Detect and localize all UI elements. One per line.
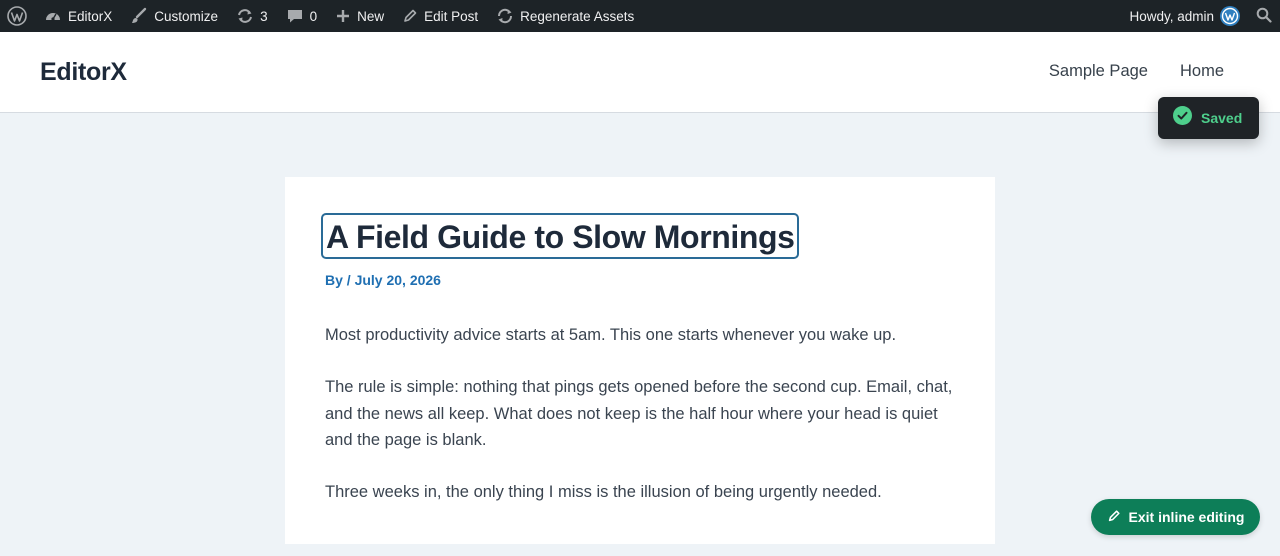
updates-count: 3: [260, 8, 268, 24]
post-content[interactable]: Most productivity advice starts at 5am. …: [325, 322, 960, 531]
updates-link[interactable]: 3: [227, 0, 277, 32]
post-card: A Field Guide to Slow Mornings By / July…: [285, 177, 995, 544]
site-header: EditorX Sample Page Home: [0, 32, 1280, 113]
new-label: New: [357, 8, 385, 24]
dashboard-icon: [44, 7, 62, 25]
comments-link[interactable]: 0: [277, 0, 327, 32]
customize-link[interactable]: Customize: [121, 0, 227, 32]
edit-post-label: Edit Post: [424, 8, 479, 24]
primary-nav: Sample Page Home: [1049, 62, 1224, 81]
site-name-menu[interactable]: EditorX: [35, 0, 121, 32]
toast-message: Saved: [1201, 110, 1243, 126]
exit-inline-editing-button[interactable]: Exit inline editing: [1091, 499, 1260, 535]
plus-icon: [335, 8, 351, 24]
site-title[interactable]: EditorX: [40, 58, 127, 87]
nav-item-home[interactable]: Home: [1180, 62, 1224, 81]
nav-item-sample-page[interactable]: Sample Page: [1049, 62, 1148, 81]
edit-post-link[interactable]: Edit Post: [393, 0, 487, 32]
pencil-icon: [1107, 509, 1121, 526]
regenerate-label: Regenerate Assets: [520, 8, 635, 24]
post-title-editable[interactable]: A Field Guide to Slow Mornings: [321, 213, 799, 259]
regenerate-assets-link[interactable]: Regenerate Assets: [487, 0, 643, 32]
post-paragraph[interactable]: Most productivity advice starts at 5am. …: [325, 322, 960, 349]
refresh-icon: [496, 7, 514, 25]
new-content-menu[interactable]: New: [326, 0, 393, 32]
pencil-icon: [402, 8, 418, 24]
admin-search-button[interactable]: [1248, 0, 1280, 32]
brush-icon: [130, 7, 148, 25]
post-title[interactable]: A Field Guide to Slow Mornings: [326, 217, 795, 257]
saved-toast: Saved: [1158, 97, 1259, 139]
my-account-menu[interactable]: Howdy, admin: [1121, 0, 1248, 32]
comment-icon: [286, 7, 304, 25]
updates-icon: [236, 7, 254, 25]
wordpress-logo-icon: [7, 6, 27, 26]
howdy-label: Howdy, admin: [1129, 8, 1214, 24]
customize-label: Customize: [154, 8, 219, 24]
search-icon: [1256, 7, 1272, 26]
site-name-label: EditorX: [68, 8, 113, 24]
post-meta[interactable]: By / July 20, 2026: [325, 272, 441, 288]
avatar-icon: [1220, 6, 1240, 26]
comments-count: 0: [309, 8, 318, 24]
post-paragraph[interactable]: Three weeks in, the only thing I miss is…: [325, 479, 960, 506]
post-paragraph[interactable]: The rule is simple: nothing that pings g…: [325, 374, 960, 454]
exit-inline-editing-label: Exit inline editing: [1128, 509, 1245, 525]
admin-bar: EditorX Customize 3 0 New Edit Post Rege…: [0, 0, 1280, 32]
check-circle-icon: [1173, 106, 1192, 130]
wordpress-logo-button[interactable]: [0, 0, 35, 32]
